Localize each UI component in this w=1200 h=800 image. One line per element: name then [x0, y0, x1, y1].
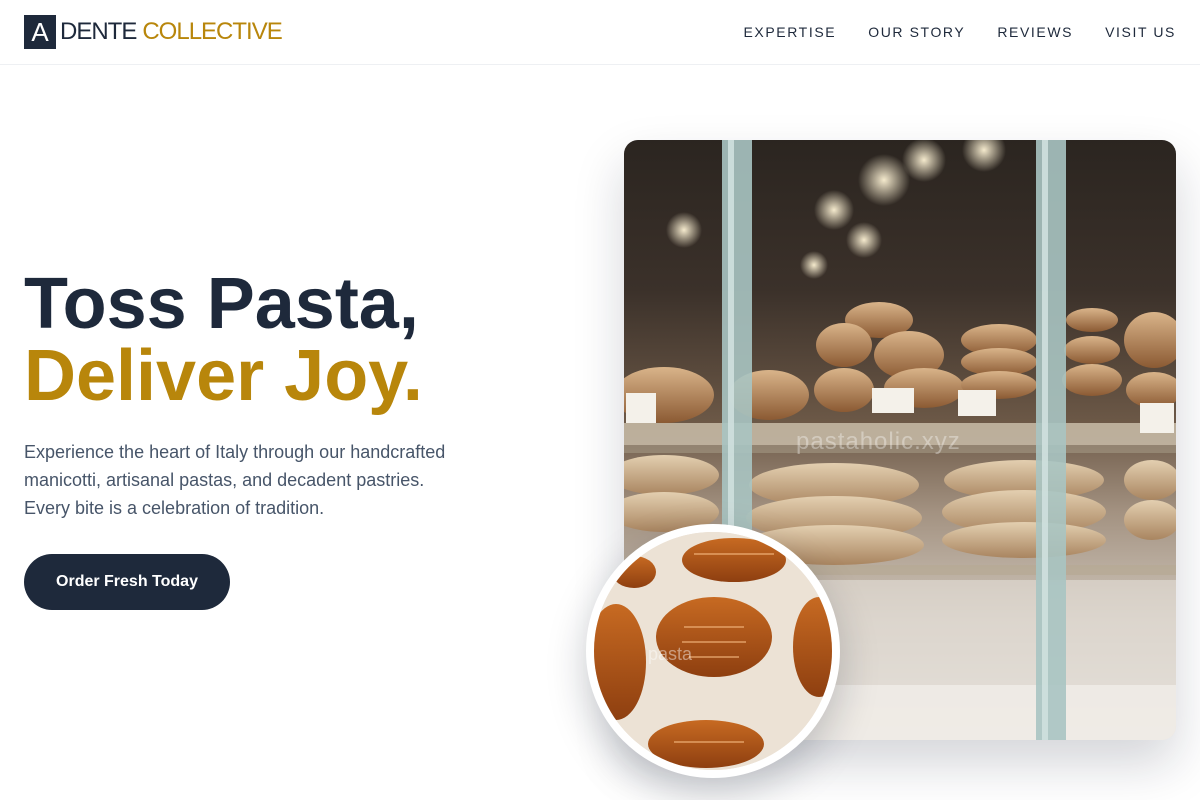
hero-title-line1: Toss Pasta, — [24, 264, 419, 344]
nav-link-visit-us[interactable]: VISIT US — [1105, 24, 1176, 40]
croissant-circle-image — [586, 524, 840, 778]
brand-logo[interactable]: A DENTE COLLECTIVE — [24, 14, 283, 50]
hero-description: Experience the heart of Italy through ou… — [24, 442, 446, 518]
nav-link-expertise[interactable]: EXPERTISE — [743, 24, 836, 40]
hero-title: Toss Pasta, Deliver Joy. — [24, 268, 423, 412]
hero-title-line2: Deliver Joy. — [24, 336, 423, 416]
logo-word-dente: DENTE — [60, 18, 137, 45]
site-header: A DENTE COLLECTIVE EXPERTISE OUR STORY R… — [0, 0, 1200, 65]
circle-image-watermark: pasta — [648, 644, 693, 664]
main-image-watermark: pastaholic.xyz — [796, 428, 961, 455]
main-nav: EXPERTISE OUR STORY REVIEWS VISIT US — [743, 24, 1176, 40]
logo-word-collective: COLLECTIVE — [142, 18, 282, 45]
nav-link-reviews[interactable]: REVIEWS — [997, 24, 1073, 40]
logo-badge: A — [24, 15, 56, 49]
nav-link-our-story[interactable]: OUR STORY — [868, 24, 965, 40]
order-fresh-button[interactable]: Order Fresh Today — [24, 554, 230, 610]
croissant-illustration — [594, 532, 832, 770]
